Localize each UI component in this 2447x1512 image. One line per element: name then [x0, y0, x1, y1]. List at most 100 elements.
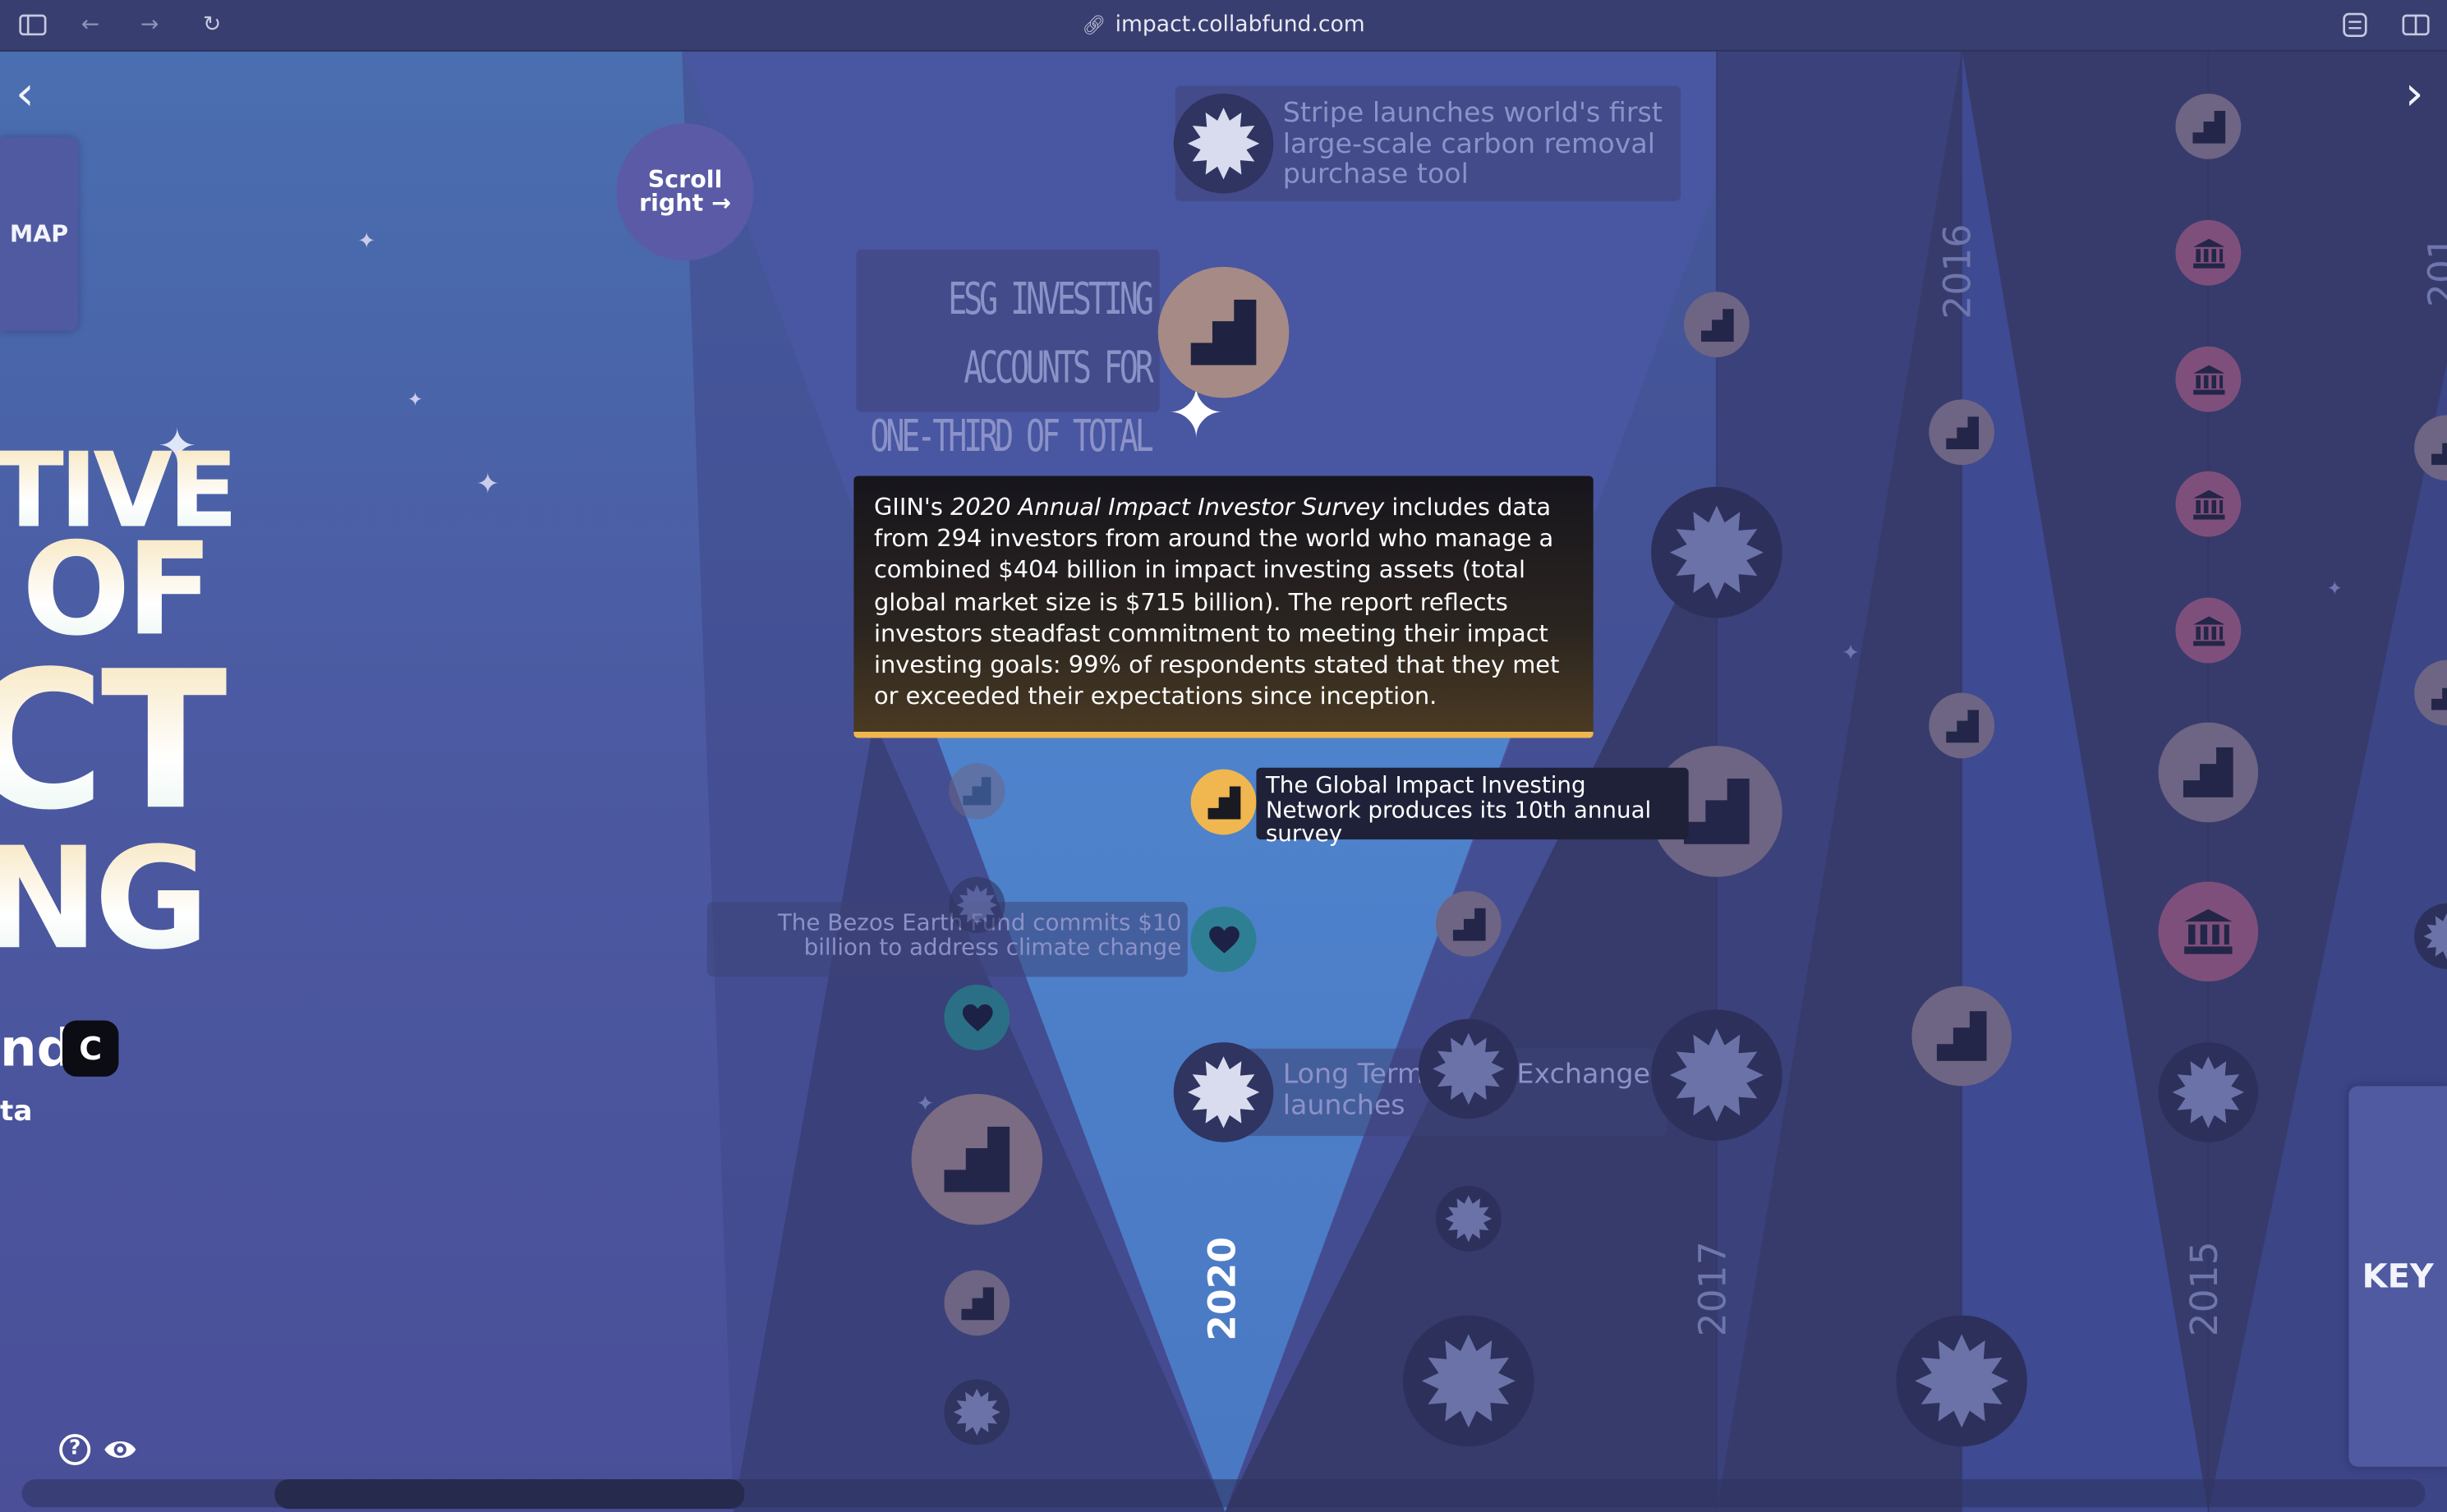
browser-window: ← → ↻ 🔗︎ impact.collabfund.com ‹ › MAP K… [0, 0, 2447, 1512]
stairs-icon [944, 1126, 1010, 1193]
sunburst-icon-node[interactable] [1419, 1018, 1519, 1119]
stairs-icon-node[interactable] [949, 763, 1005, 820]
stairs-icon [1700, 308, 1733, 342]
event-card-bezos[interactable]: The Bezos Earth Fund commits $10 billion… [706, 902, 1188, 977]
stairs-icon [2431, 442, 2447, 465]
stairs-icon-node[interactable] [911, 1093, 1043, 1225]
extensions-icon[interactable] [2343, 12, 2367, 44]
sunburst-icon-node[interactable] [1651, 486, 1782, 618]
sunburst-icon [1915, 1334, 2009, 1428]
stairs-icon-node[interactable] [944, 1270, 1010, 1336]
headline-esg-line1: ESG INVESTING ACCOUNTS FOR [948, 273, 1154, 393]
sparkle-icon: ✦ [1841, 641, 1861, 667]
tooltip-prefix: GIIN's [873, 493, 951, 522]
sunburst-icon [1187, 108, 1260, 180]
heart-icon-node[interactable] [944, 984, 1010, 1050]
stairs-icon [1936, 1011, 1987, 1061]
scroll-right-hint: Scroll right → [616, 123, 754, 261]
browser-toolbar: ← → ↻ 🔗︎ impact.collabfund.com [0, 0, 2447, 52]
sunburst-icon [2423, 912, 2447, 960]
sunburst-icon-node[interactable] [1403, 1315, 1534, 1447]
sunburst-icon [1669, 505, 1764, 600]
sunburst-icon [953, 1388, 1000, 1436]
heart-icon [1208, 925, 1239, 953]
year-label-2016: 2016 [1935, 223, 1980, 319]
stairs-icon [1945, 416, 1979, 449]
stairs-icon-node[interactable] [2158, 722, 2259, 823]
stairs-icon-node[interactable] [2175, 93, 2242, 159]
sunburst-icon [1669, 1028, 1764, 1123]
eye-icon[interactable] [103, 1434, 137, 1465]
sunburst-icon-node[interactable] [944, 1379, 1010, 1445]
event-text-giin: The Global Impact Investing Network prod… [1265, 772, 1652, 848]
stairs-icon [1207, 785, 1240, 819]
bank-icon [2192, 489, 2224, 519]
next-arrow-icon[interactable]: › [2405, 71, 2424, 118]
headline-esg: ESG INVESTING ACCOUNTS FOR ONE-THIRD OF … [856, 249, 1160, 531]
bank-icon-node[interactable] [2158, 881, 2259, 982]
sunburst-icon-node[interactable] [1896, 1315, 2027, 1447]
stairs-icon-node[interactable] [1929, 692, 1995, 759]
year-label-2020: 2020 [1200, 1236, 1244, 1341]
bank-icon-node[interactable] [2175, 471, 2242, 537]
stairs-icon [963, 777, 991, 806]
stairs-icon-node[interactable] [1190, 769, 1257, 835]
stairs-icon [1945, 709, 1979, 742]
heart-icon [961, 1003, 992, 1031]
url-text: impact.collabfund.com [1115, 12, 1365, 38]
stairs-icon-node[interactable] [1911, 986, 2012, 1087]
scroll-hint-line2: right → [639, 188, 732, 218]
sunburst-icon [956, 885, 998, 926]
stairs-icon [1451, 907, 1485, 940]
year-label-2014: 201 [2420, 236, 2447, 308]
sparkle-icon: ✦ [407, 388, 423, 411]
stairs-icon [960, 1286, 994, 1320]
sunburst-icon-node[interactable] [2158, 1042, 2259, 1142]
sunburst-icon-node[interactable] [1651, 1009, 1782, 1141]
map-button[interactable]: MAP [0, 137, 78, 331]
heart-icon-node[interactable] [1190, 906, 1257, 972]
timeline-canvas[interactable]: ‹ › MAP KEY Scroll right → ✦ ✦ ✦ ✦ ✦ ✦ ✦… [0, 49, 2447, 1512]
address-bar[interactable]: 🔗︎ impact.collabfund.com [0, 12, 2447, 37]
help-icon[interactable]: ? [59, 1434, 91, 1466]
event-detail-tooltip: GIIN's 2020 Annual Impact Investor Surve… [853, 476, 1594, 738]
stairs-icon-node[interactable] [1929, 399, 1995, 466]
tooltip-body: includes data from 294 investors from ar… [873, 493, 1560, 710]
bottom-toolbar: ? [59, 1434, 137, 1466]
sunburst-icon-node[interactable] [1173, 1042, 1274, 1142]
stairs-icon-node[interactable] [1435, 890, 1502, 957]
bank-icon-node[interactable] [2175, 346, 2242, 412]
hero-title-line3: CT [0, 646, 231, 837]
split-view-icon[interactable] [2402, 12, 2430, 44]
stairs-icon [1683, 779, 1750, 844]
key-button[interactable]: KEY [2348, 1086, 2447, 1467]
stairs-icon-node[interactable] [1683, 292, 1750, 358]
prev-arrow-icon[interactable]: ‹ [16, 71, 34, 118]
bank-icon-node[interactable] [2175, 597, 2242, 664]
event-text-stripe: Stripe launches world's first large-scal… [1282, 98, 1663, 191]
sunburst-icon-node[interactable] [1173, 93, 1274, 194]
stairs-icon [2192, 109, 2225, 143]
horizontal-scrollbar-thumb[interactable] [274, 1479, 745, 1510]
sunburst-icon [2172, 1056, 2245, 1128]
sunburst-icon [1421, 1334, 1516, 1428]
link-icon: 🔗︎ [1082, 14, 1106, 36]
bank-icon [2192, 237, 2224, 268]
year-label-2015: 2015 [2183, 1241, 2227, 1337]
tooltip-survey-title: 2020 Annual Impact Investor Survey [950, 493, 1385, 522]
stairs-icon [1190, 299, 1257, 365]
sunburst-icon [1433, 1032, 1505, 1105]
event-card-giin[interactable]: The Global Impact Investing Network prod… [1256, 767, 1689, 846]
brand-subtitle: ta [0, 1095, 33, 1128]
sunburst-icon [1187, 1056, 1260, 1128]
bank-icon [2192, 615, 2224, 646]
collab-logo-icon[interactable]: C [62, 1020, 119, 1077]
sparkle-icon: ✦ [476, 467, 500, 501]
sunburst-icon-node[interactable] [1435, 1185, 1502, 1252]
bank-icon [2192, 364, 2224, 394]
bank-icon-node[interactable] [2175, 219, 2242, 286]
sparkle-icon: ✦ [2326, 577, 2343, 600]
sunburst-icon [1445, 1195, 1493, 1243]
sunburst-icon-node[interactable] [949, 876, 1005, 934]
stairs-icon-node[interactable] [1157, 266, 1290, 398]
